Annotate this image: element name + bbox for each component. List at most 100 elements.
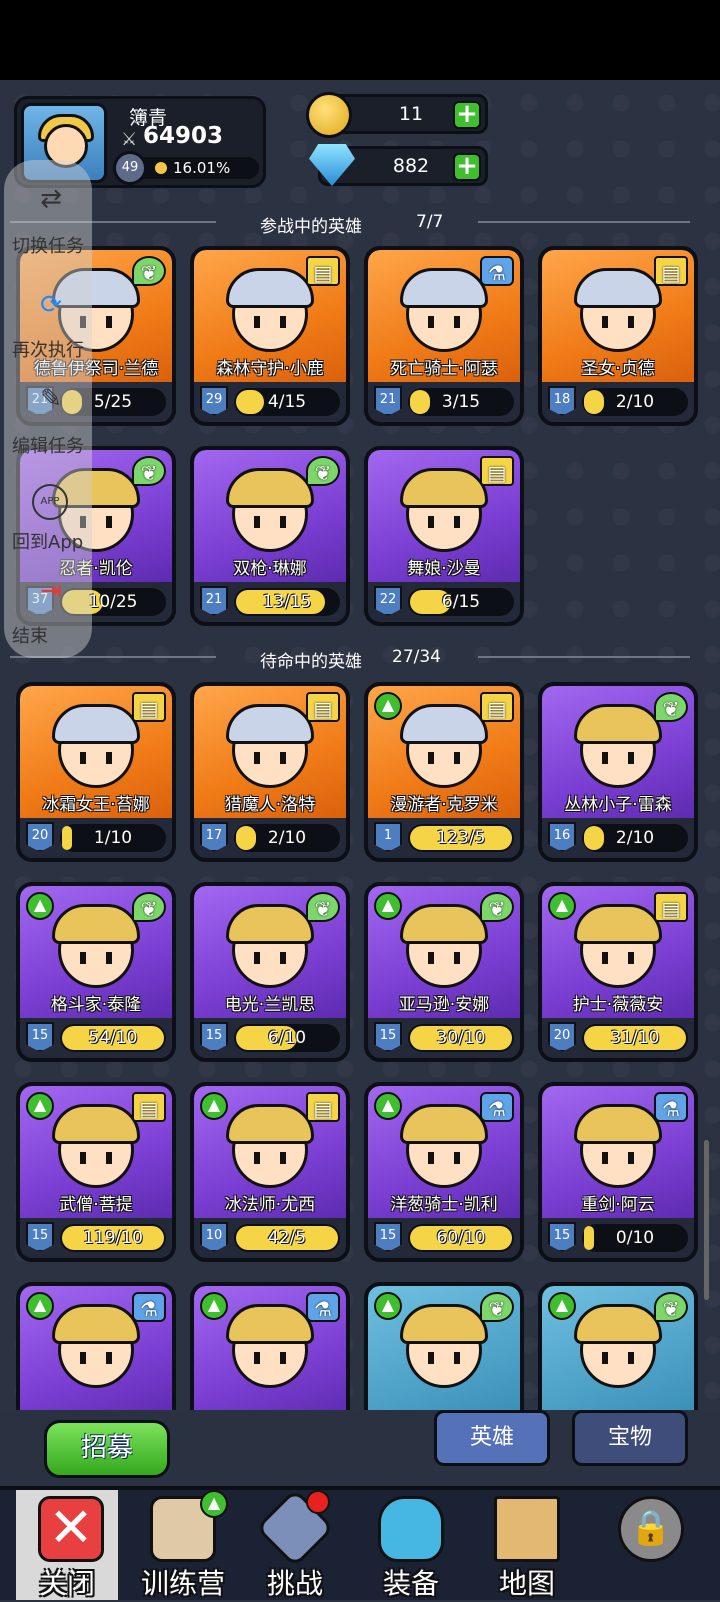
hero-card[interactable]: ❦ 电光·兰凯思 15 6/10 bbox=[190, 882, 350, 1062]
hero-card[interactable]: ⚗ ▲ 洋葱骑士·凯利 15 60/10 bbox=[364, 1082, 524, 1262]
hero-card[interactable]: ▤ ▲ 武僧·菩提 15 119/10 bbox=[16, 1082, 176, 1262]
wing-icon: ❦ bbox=[654, 692, 688, 722]
book-icon: ▤ bbox=[306, 256, 340, 286]
fragment-count: 0/10 bbox=[615, 1228, 655, 1248]
hero-hair bbox=[574, 904, 662, 944]
hero-name: 冰霜女王·苔娜 bbox=[42, 795, 150, 815]
hero-card[interactable]: ⚗ 重剑·阿云 15 0/10 bbox=[538, 1082, 698, 1262]
hero-hair bbox=[52, 1104, 140, 1144]
hero-eyes bbox=[602, 752, 634, 764]
hero-level-badge: 15 bbox=[548, 1222, 576, 1252]
hero-card[interactable]: ▤ 冰霜女王·苔娜 20 1/10 bbox=[16, 682, 176, 862]
fragment-count: 119/10 bbox=[83, 1228, 143, 1248]
nav-locked[interactable]: 🔒 bbox=[596, 1490, 706, 1600]
hero-hair bbox=[400, 1104, 488, 1144]
replay-icon: ⟳ bbox=[40, 290, 62, 320]
add-gold-button[interactable]: + bbox=[453, 101, 481, 129]
hero-card[interactable]: ❦ ▲ 亚马逊·安娜 15 30/10 bbox=[364, 882, 524, 1062]
nav-map[interactable]: 地图 bbox=[472, 1490, 582, 1600]
app-icon: APP bbox=[32, 484, 68, 520]
potion-icon: ⚗ bbox=[132, 1292, 166, 1322]
tab-heroes[interactable]: 英雄 bbox=[434, 1410, 550, 1466]
hero-hair bbox=[574, 1304, 662, 1344]
tab-treasure[interactable]: 宝物 bbox=[572, 1410, 688, 1466]
fragment-count: 30/10 bbox=[436, 1028, 486, 1048]
fragment-progress-bar: 2/10 bbox=[234, 824, 340, 852]
fragment-count: 1/10 bbox=[93, 828, 133, 848]
hero-hair bbox=[226, 704, 314, 744]
hero-stats: 29 4/15 bbox=[194, 382, 346, 422]
hero-card[interactable]: ⚗ ▲ bbox=[16, 1282, 176, 1410]
nav-equipment[interactable]: 装备 bbox=[356, 1490, 466, 1600]
wing-icon: ❦ bbox=[306, 456, 340, 486]
fragment-progress-bar: 119/10 bbox=[60, 1224, 166, 1252]
scrollbar[interactable] bbox=[704, 1140, 709, 1300]
hero-card[interactable]: ▤ ▲ 漫游者·克罗米 1 123/5 bbox=[364, 682, 524, 862]
hero-card[interactable]: ❦ 丛林小子·雷森 16 2/10 bbox=[538, 682, 698, 862]
exit-icon: ⇥ bbox=[40, 576, 62, 606]
recruit-button[interactable]: 招募 bbox=[44, 1420, 170, 1478]
hero-card[interactable]: ▤ 舞娘·沙曼 22 6/15 bbox=[364, 446, 524, 626]
hero-name: 圣女·贞德 bbox=[581, 359, 655, 379]
hero-card[interactable]: ❦ ▲ 格斗家·泰隆 15 54/10 bbox=[16, 882, 176, 1062]
map-icon bbox=[494, 1496, 560, 1562]
power-icon: ⚔ bbox=[121, 129, 138, 150]
book-icon: ▤ bbox=[132, 692, 166, 722]
add-gem-button[interactable]: + bbox=[453, 153, 481, 181]
fragment-count: 13/15 bbox=[262, 592, 312, 612]
switch-icon: ⇄ bbox=[40, 184, 62, 214]
upgrade-arrow-icon: ▲ bbox=[374, 892, 402, 920]
hero-card[interactable]: ⚗ 死亡骑士·阿瑟 21 3/15 bbox=[364, 246, 524, 426]
hero-card[interactable]: ▤ 圣女·贞德 18 2/10 bbox=[538, 246, 698, 426]
fragment-count: 4/15 bbox=[267, 392, 307, 412]
hero-level-badge: 15 bbox=[26, 1222, 54, 1252]
hero-eyes bbox=[428, 1152, 460, 1164]
hero-card[interactable]: ▤ ▲ 护士·薇薇安 20 31/10 bbox=[538, 882, 698, 1062]
hero-name: 双枪·琳娜 bbox=[233, 559, 307, 579]
hero-eyes bbox=[254, 316, 286, 328]
hero-card[interactable]: ▤ ▲ 冰法师·尤西 10 42/5 bbox=[190, 1082, 350, 1262]
hero-stats: 21 13/15 bbox=[194, 582, 346, 622]
fragment-count: 3/15 bbox=[441, 392, 481, 412]
hero-name: 森林守护·小鹿 bbox=[216, 359, 324, 379]
hero-stats: 15 0/10 bbox=[542, 1218, 694, 1258]
divider bbox=[478, 221, 690, 223]
hero-card[interactable]: ❦ ▲ bbox=[538, 1282, 698, 1410]
active-heroes-title: 参战中的英雄 bbox=[260, 217, 362, 237]
hero-name: 猎魔人·洛特 bbox=[224, 795, 316, 815]
hero-card[interactable]: ▤ 森林守护·小鹿 29 4/15 bbox=[190, 246, 350, 426]
hero-card[interactable]: ⚗ ▲ bbox=[190, 1282, 350, 1410]
fragment-progress-bar: 2/10 bbox=[582, 388, 688, 416]
automation-overlay: ⇄ 切换任务 ⟳ 再次执行 ✎ 编辑任务 APP 回到App ⇥ 结束 bbox=[4, 160, 92, 658]
hero-hair bbox=[400, 904, 488, 944]
upgrade-arrow-icon: ▲ bbox=[26, 892, 54, 920]
hero-stats: 20 1/10 bbox=[20, 818, 172, 858]
wing-icon: ❦ bbox=[132, 256, 166, 286]
fragment-progress-bar: 1/10 bbox=[60, 824, 166, 852]
nav-training-camp[interactable]: ▲ 训练营 bbox=[128, 1490, 238, 1600]
hero-level-badge: 16 bbox=[548, 822, 576, 852]
fragment-progress-bar: 60/10 bbox=[408, 1224, 514, 1252]
hero-level-badge: 1 bbox=[374, 822, 402, 852]
hero-card[interactable]: ▤ 猎魔人·洛特 17 2/10 bbox=[190, 682, 350, 862]
potion-icon: ⚗ bbox=[654, 1092, 688, 1122]
hero-eyes bbox=[80, 1352, 112, 1364]
hero-hair bbox=[574, 704, 662, 744]
book-icon: ▤ bbox=[306, 1092, 340, 1122]
gem-value: 882 bbox=[392, 155, 430, 177]
hero-eyes bbox=[428, 316, 460, 328]
hero-level-badge: 17 bbox=[200, 822, 228, 852]
hero-level-badge: 15 bbox=[200, 1022, 228, 1052]
hero-eyes bbox=[602, 952, 634, 964]
book-icon: ▤ bbox=[132, 1092, 166, 1122]
hero-name: 格斗家·泰隆 bbox=[50, 995, 142, 1015]
nav-close[interactable]: ✕ 关闭 bbox=[16, 1490, 118, 1600]
hero-stats: 17 2/10 bbox=[194, 818, 346, 858]
fragment-progress-bar: 13/15 bbox=[234, 588, 340, 616]
xp-percent: 16.01% bbox=[173, 159, 231, 177]
hero-card[interactable]: ❦ 双枪·琳娜 21 13/15 bbox=[190, 446, 350, 626]
locked-icon: 🔒 bbox=[618, 1496, 684, 1562]
upgrade-arrow-icon: ▲ bbox=[374, 1292, 402, 1320]
hero-card[interactable]: ❦ ▲ bbox=[364, 1282, 524, 1410]
nav-challenge[interactable]: 挑战 bbox=[240, 1488, 350, 1600]
